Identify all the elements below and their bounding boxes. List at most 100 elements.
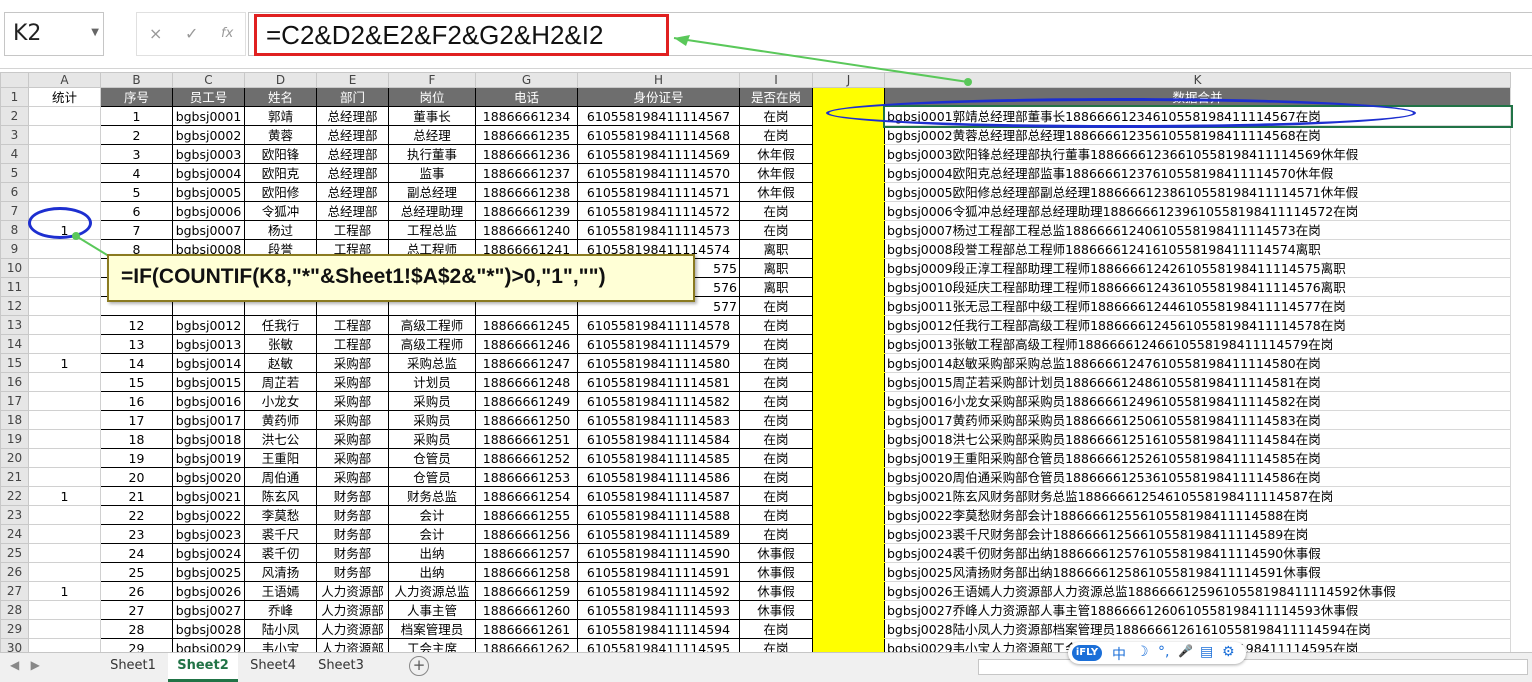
cancel-icon[interactable]: ×	[149, 24, 162, 43]
cell-j[interactable]	[812, 296, 885, 316]
cell-i[interactable]: 在岗	[739, 201, 813, 221]
cell-j[interactable]	[812, 239, 885, 259]
cell-f[interactable]: 采购总监	[388, 353, 476, 373]
cell-i[interactable]: 在岗	[739, 106, 813, 126]
cell-h[interactable]: 610558198411114588	[577, 505, 740, 525]
cell-d[interactable]: 杨过	[244, 220, 317, 240]
cell-j[interactable]	[812, 125, 885, 145]
cell-c[interactable]: bgbsj0026	[172, 581, 245, 601]
cell-d[interactable]: 陆小凤	[244, 619, 317, 639]
cell-k[interactable]: bgbsj0028陆小凤人力资源部档案管理员188666612616105581…	[884, 619, 1511, 639]
cell-e[interactable]: 采购部	[316, 429, 389, 449]
cell-k[interactable]: bgbsj0004欧阳克总经理部监事1886666123761055819841…	[884, 163, 1511, 183]
cell-i[interactable]: 在岗	[739, 429, 813, 449]
cell-k[interactable]: bgbsj0010段延庆工程部助理工程师18866661243610558198…	[884, 277, 1511, 297]
row-header[interactable]: 2	[0, 106, 29, 126]
row-header[interactable]: 14	[0, 334, 29, 354]
cell-k[interactable]: bgbsj0005欧阳修总经理部副总经理18866661238610558198…	[884, 182, 1511, 202]
cell-k[interactable]: bgbsj0018洪七公采购部采购员1886666125161055819841…	[884, 429, 1511, 449]
cell-k[interactable]: bgbsj0020周伯通采购部仓管员1886666125361055819841…	[884, 467, 1511, 487]
cell-e[interactable]: 采购部	[316, 448, 389, 468]
cell-b[interactable]: 20	[100, 467, 173, 487]
cell-a[interactable]	[28, 296, 101, 316]
punctuation-icon[interactable]: °,	[1158, 644, 1169, 660]
cell-b[interactable]: 19	[100, 448, 173, 468]
cell-c[interactable]: bgbsj0002	[172, 125, 245, 145]
cell-i[interactable]: 休事假	[739, 581, 813, 601]
cell-i[interactable]: 离职	[739, 258, 813, 278]
cell-c[interactable]: bgbsj0022	[172, 505, 245, 525]
cell-k[interactable]: bgbsj0007杨过工程部工程总监1886666124061055819841…	[884, 220, 1511, 240]
header-cell-e[interactable]: 部门	[316, 87, 389, 107]
cell-k[interactable]: bgbsj0014赵敏采购部采购总监1886666124761055819841…	[884, 353, 1511, 373]
cell-j[interactable]	[812, 391, 885, 411]
cell-h[interactable]: 610558198411114592	[577, 581, 740, 601]
cell-j[interactable]	[812, 182, 885, 202]
cell-i[interactable]: 在岗	[739, 524, 813, 544]
cell-j[interactable]	[812, 277, 885, 297]
cell-i[interactable]: 休年假	[739, 182, 813, 202]
cell-c[interactable]: bgbsj0020	[172, 467, 245, 487]
cell-a[interactable]	[28, 600, 101, 620]
cell-f[interactable]: 采购员	[388, 429, 476, 449]
column-header-i[interactable]: I	[739, 72, 813, 88]
row-header[interactable]: 12	[0, 296, 29, 316]
cell-f[interactable]: 会计	[388, 505, 476, 525]
cell-k[interactable]: bgbsj0017黄药师采购部采购员1886666125061055819841…	[884, 410, 1511, 430]
cell-d[interactable]: 李莫愁	[244, 505, 317, 525]
cell-k[interactable]: bgbsj0022李莫愁财务部会计18866661255610558198411…	[884, 505, 1511, 525]
header-cell-d[interactable]: 姓名	[244, 87, 317, 107]
cell-c[interactable]: bgbsj0014	[172, 353, 245, 373]
cell-b[interactable]: 24	[100, 543, 173, 563]
cell-a[interactable]	[28, 315, 101, 335]
cell-j[interactable]	[812, 524, 885, 544]
cell-d[interactable]: 洪七公	[244, 429, 317, 449]
cell-g[interactable]: 18866661255	[475, 505, 578, 525]
cell-a[interactable]	[28, 467, 101, 487]
cell-g[interactable]: 18866661245	[475, 315, 578, 335]
cell-j[interactable]	[812, 619, 885, 639]
cell-b[interactable]: 15	[100, 372, 173, 392]
cell-i[interactable]: 在岗	[739, 334, 813, 354]
cell-c[interactable]: bgbsj0027	[172, 600, 245, 620]
cell-d[interactable]: 王语嫣	[244, 581, 317, 601]
cell-a[interactable]	[28, 524, 101, 544]
cell-i[interactable]: 在岗	[739, 220, 813, 240]
cell-g[interactable]: 18866661250	[475, 410, 578, 430]
cell-i[interactable]: 休事假	[739, 600, 813, 620]
cell-d[interactable]: 周伯通	[244, 467, 317, 487]
cell-h[interactable]: 610558198411114572	[577, 201, 740, 221]
cell-h[interactable]: 610558198411114583	[577, 410, 740, 430]
cell-h[interactable]: 610558198411114569	[577, 144, 740, 164]
row-header[interactable]: 17	[0, 391, 29, 411]
cell-e[interactable]: 采购部	[316, 353, 389, 373]
cell-d[interactable]: 陈玄风	[244, 486, 317, 506]
column-header-a[interactable]: A	[28, 72, 101, 88]
cell-b[interactable]: 3	[100, 144, 173, 164]
column-header-f[interactable]: F	[388, 72, 476, 88]
chevron-down-icon[interactable]: ▼	[91, 27, 99, 38]
cell-b[interactable]: 1	[100, 106, 173, 126]
column-header-h[interactable]: H	[577, 72, 740, 88]
cell-h[interactable]: 610558198411114587	[577, 486, 740, 506]
cell-g[interactable]: 18866661261	[475, 619, 578, 639]
cell-f[interactable]: 高级工程师	[388, 315, 476, 335]
cell-k[interactable]: bgbsj0011张无忌工程部中级工程师18866661244610558198…	[884, 296, 1511, 316]
cell-f[interactable]: 出纳	[388, 543, 476, 563]
cell-a[interactable]	[28, 239, 101, 259]
header-cell-c[interactable]: 员工号	[172, 87, 245, 107]
cell-i[interactable]: 在岗	[739, 372, 813, 392]
cell-a[interactable]	[28, 562, 101, 582]
cell-d[interactable]: 黄药师	[244, 410, 317, 430]
cell-i[interactable]: 休年假	[739, 163, 813, 183]
row-header[interactable]: 11	[0, 277, 29, 297]
cell-a[interactable]: 1	[28, 486, 101, 506]
cell-k[interactable]: bgbsj0008段誉工程部总工程师1886666124161055819841…	[884, 239, 1511, 259]
cell-j[interactable]	[812, 163, 885, 183]
cell-j[interactable]	[812, 600, 885, 620]
cell-f[interactable]: 总经理助理	[388, 201, 476, 221]
cell-d[interactable]: 周芷若	[244, 372, 317, 392]
cell-j[interactable]	[812, 201, 885, 221]
cell-c[interactable]: bgbsj0015	[172, 372, 245, 392]
cell-f[interactable]: 总经理	[388, 125, 476, 145]
